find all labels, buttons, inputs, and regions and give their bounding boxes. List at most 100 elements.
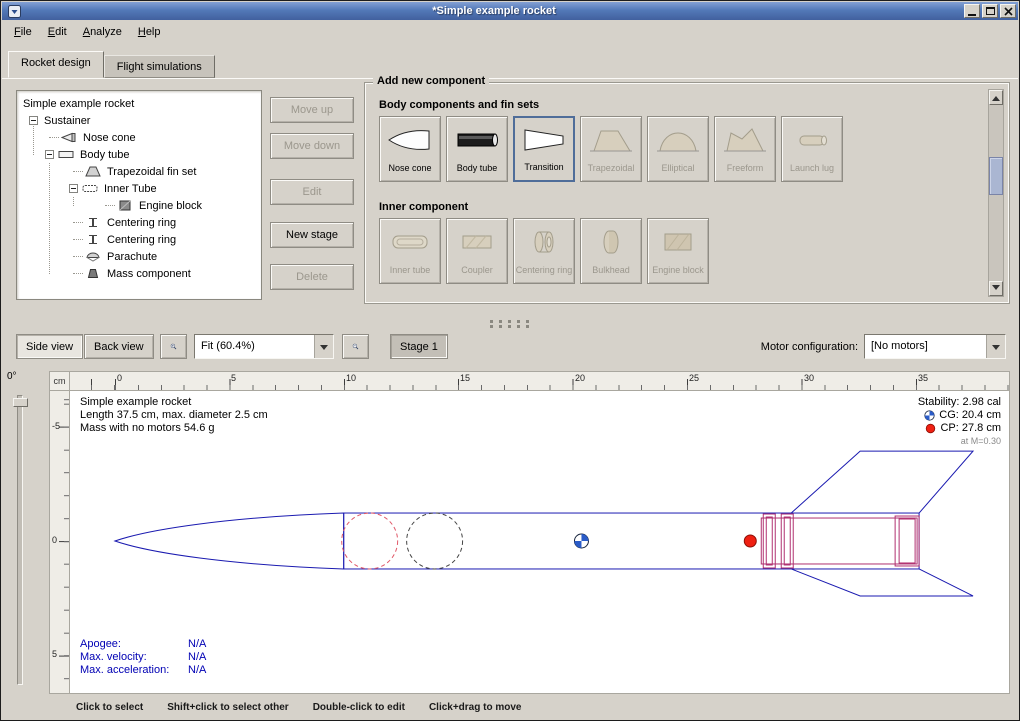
inner-tube-icon <box>82 183 98 194</box>
launch-lug-button: Launch lug <box>781 116 843 182</box>
rocket-view-area: 0° cm 0 5 10 15 20 25 30 35 -5 0 5 <box>2 365 1018 695</box>
engine-block-icon <box>117 200 133 211</box>
tree-item-rocket[interactable]: Simple example rocket <box>17 95 261 112</box>
scroll-down-icon <box>992 285 1000 294</box>
back-view-button[interactable]: Back view <box>84 334 154 359</box>
expander-icon[interactable] <box>29 116 38 125</box>
horizontal-splitter[interactable] <box>2 318 1018 332</box>
launch-lug-icon <box>789 120 835 159</box>
hint-double-click: Double-click to edit <box>313 702 405 713</box>
expander-icon[interactable] <box>45 150 54 159</box>
menu-analyze[interactable]: Analyze <box>75 23 130 41</box>
scroll-down-button[interactable] <box>989 281 1003 296</box>
fin-upper[interactable] <box>791 451 973 513</box>
title-bar[interactable]: *Simple example rocket <box>2 2 1018 20</box>
bulkhead-icon <box>588 222 634 261</box>
max-velocity-label: Max. velocity: <box>80 651 188 664</box>
palette-scrollbar[interactable] <box>988 89 1004 297</box>
tree-item-centering-ring-2[interactable]: Centering ring <box>17 231 261 248</box>
tree-item-nose-cone[interactable]: Nose cone <box>17 129 261 146</box>
cg-symbol-icon <box>924 410 935 421</box>
cg-marker <box>574 534 588 548</box>
stability-info: Stability: 2.98 cal CG: 20.4 cm CP: 27.8… <box>918 396 1001 448</box>
rocket-canvas[interactable]: Simple example rocket Length 37.5 cm, ma… <box>69 390 1010 694</box>
combo-arrow-button[interactable] <box>314 335 333 358</box>
zoom-in-button[interactable] <box>160 334 187 359</box>
zoom-in-icon <box>170 338 177 355</box>
tree-item-inner-tube[interactable]: Inner Tube <box>17 180 261 197</box>
parachute-outline[interactable] <box>342 513 398 569</box>
rocket-drawing[interactable] <box>70 391 1009 693</box>
nose-cone-icon <box>387 120 433 159</box>
expander-icon[interactable] <box>69 184 78 193</box>
motor-configuration-combo[interactable]: [No motors] <box>864 334 1006 359</box>
inner-tube-icon <box>387 222 433 261</box>
tab-flight-simulations[interactable]: Flight simulations <box>104 55 215 78</box>
stability-value: Stability: 2.98 cal <box>918 396 1001 409</box>
view-toolbar: Side view Back view Fit (60.4%) Stage 1 … <box>2 332 1018 362</box>
window-title: *Simple example rocket <box>24 5 964 17</box>
zoom-out-button[interactable] <box>342 334 369 359</box>
max-acceleration-label: Max. acceleration: <box>80 664 188 677</box>
tab-rocket-design[interactable]: Rocket design <box>8 51 104 78</box>
close-button[interactable] <box>1000 4 1016 18</box>
scrollbar-thumb[interactable] <box>989 157 1003 195</box>
tree-item-sustainer[interactable]: Sustainer <box>17 112 261 129</box>
rocket-mass: Mass with no motors 54.6 g <box>80 422 268 435</box>
add-component-title: Add new component <box>373 75 489 87</box>
tree-actions: Move up Move down Edit New stage Delete <box>270 97 354 297</box>
max-velocity-value: N/A <box>188 651 206 664</box>
close-icon <box>1004 7 1013 16</box>
fin-lower[interactable] <box>791 569 973 596</box>
menu-help[interactable]: Help <box>130 23 169 41</box>
centering-ring-icon <box>521 222 567 261</box>
flight-data: Apogee: N/A Max. velocity: N/A Max. acce… <box>80 638 206 677</box>
inner-tube-button: Inner tube <box>379 218 441 284</box>
fin-set-icon <box>85 166 101 177</box>
elliptical-fin-button: Elliptical <box>647 116 709 182</box>
elliptical-fin-icon <box>655 120 701 159</box>
menu-file[interactable]: File <box>6 23 40 41</box>
engine-block-icon <box>655 222 701 261</box>
body-tube-icon <box>454 120 500 159</box>
centering-ring-icon <box>85 217 101 228</box>
component-tree[interactable]: Simple example rocket Sustainer Nose con… <box>16 90 262 300</box>
tree-item-fin-set[interactable]: Trapezoidal fin set <box>17 163 261 180</box>
centering-ring-icon <box>85 234 101 245</box>
body-tube-button[interactable]: Body tube <box>446 116 508 182</box>
trapezoidal-fin-button: Trapezoidal <box>580 116 642 182</box>
rocket-info: Simple example rocket Length 37.5 cm, ma… <box>80 396 268 435</box>
new-stage-button[interactable]: New stage <box>270 222 354 248</box>
window-menu-icon[interactable] <box>7 4 21 18</box>
minimize-button[interactable] <box>964 4 980 18</box>
coupler-button: Coupler <box>446 218 508 284</box>
cp-marker <box>744 535 756 547</box>
menu-edit[interactable]: Edit <box>40 23 75 41</box>
tree-item-engine-block[interactable]: Engine block <box>17 197 261 214</box>
side-view-button[interactable]: Side view <box>16 334 83 359</box>
mass-component-outline[interactable] <box>407 513 463 569</box>
nose-cone-icon <box>61 132 77 143</box>
horizontal-ruler: 0 5 10 15 20 25 30 35 <box>69 371 1010 391</box>
transition-button[interactable]: Transition <box>513 116 575 182</box>
combo-arrow-button[interactable] <box>986 335 1005 358</box>
tree-item-parachute[interactable]: Parachute <box>17 248 261 265</box>
inner-tube-outline[interactable] <box>761 514 919 568</box>
inner-component-label: Inner component <box>379 201 468 213</box>
scroll-up-button[interactable] <box>989 90 1003 105</box>
tree-item-mass-component[interactable]: Mass component <box>17 265 261 282</box>
rotation-slider-handle[interactable] <box>13 398 28 407</box>
transition-icon <box>521 121 567 158</box>
tree-item-body-tube[interactable]: Body tube <box>17 146 261 163</box>
move-down-button: Move down <box>270 133 354 159</box>
tree-item-centering-ring-1[interactable]: Centering ring <box>17 214 261 231</box>
rotation-slider[interactable] <box>17 395 23 685</box>
stage-1-button[interactable]: Stage 1 <box>390 334 448 359</box>
scrollbar-track[interactable] <box>989 105 1003 281</box>
bulkhead-button: Bulkhead <box>580 218 642 284</box>
rocket-dimensions: Length 37.5 cm, max. diameter 2.5 cm <box>80 409 268 422</box>
apogee-label: Apogee: <box>80 638 188 651</box>
maximize-button[interactable] <box>982 4 998 18</box>
nose-cone-button[interactable]: Nose cone <box>379 116 441 182</box>
zoom-combo[interactable]: Fit (60.4%) <box>194 334 334 359</box>
